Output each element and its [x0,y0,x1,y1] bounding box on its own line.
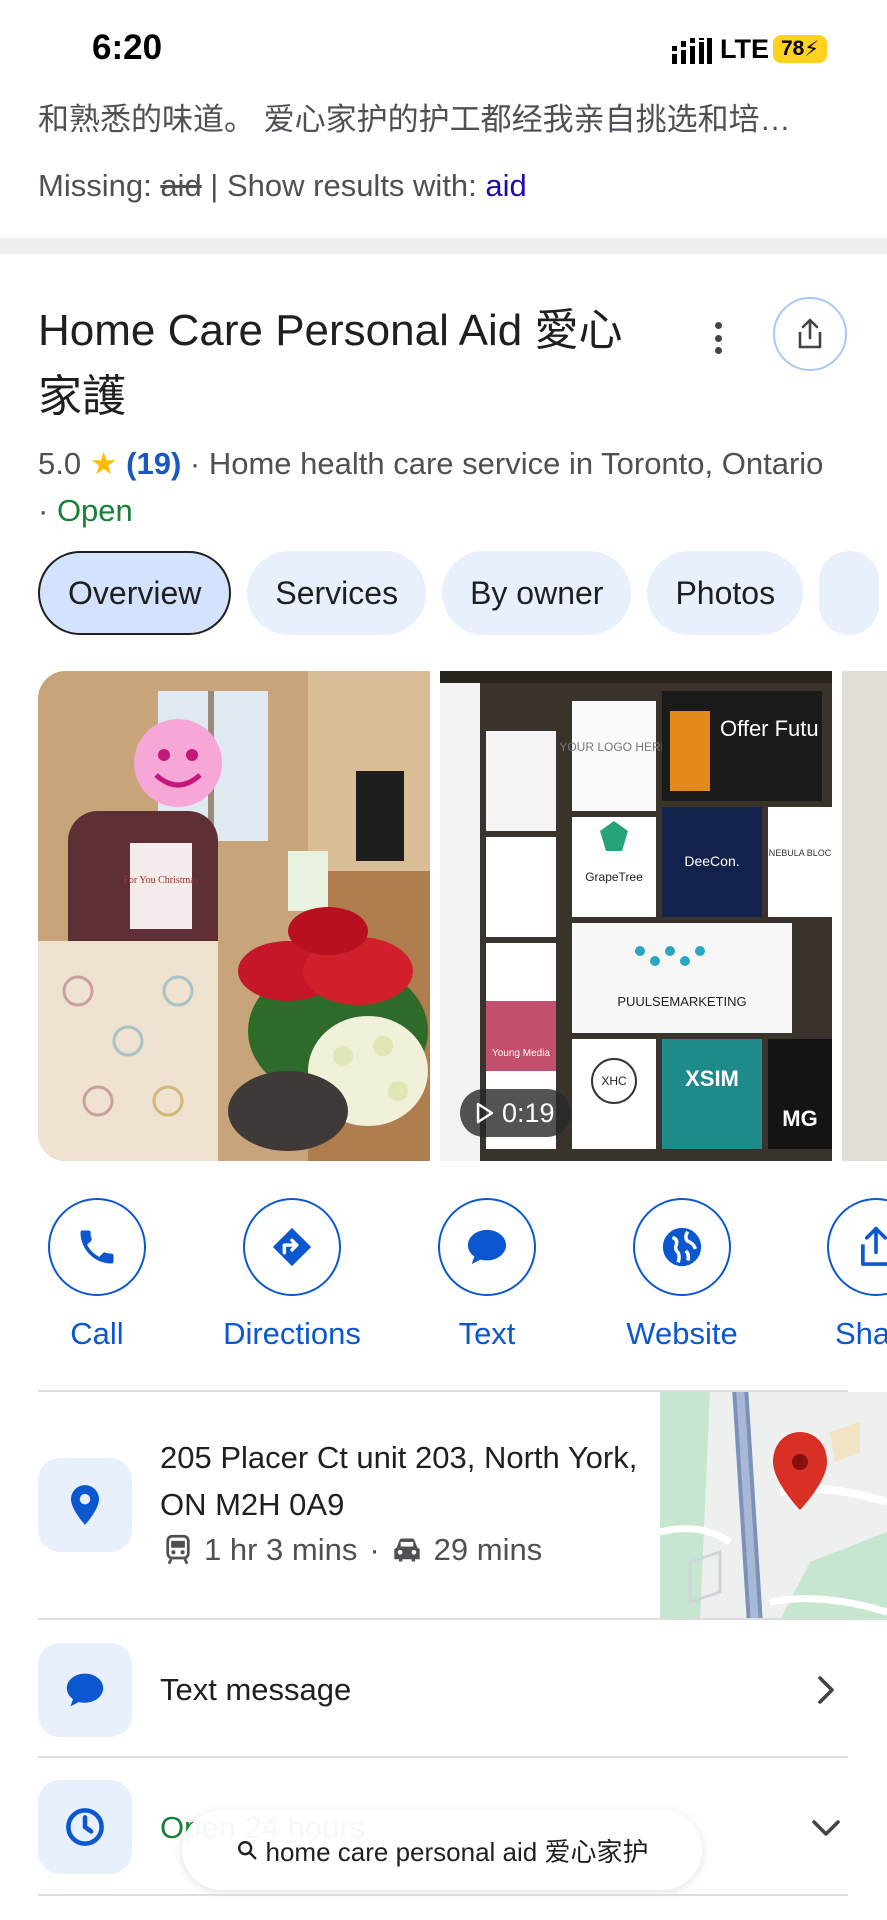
globe-icon [662,1227,702,1267]
logo-nebula: NEBULA BLOC [769,848,832,858]
logo-deecon: DeeCon. [684,853,739,869]
video-duration-badge: 0:19 [460,1089,571,1137]
tab-photos[interactable]: Photos [647,551,804,635]
share-icon [861,1226,887,1266]
website-label: Website [626,1316,738,1351]
address-icon-box [38,1458,132,1552]
travel-separator: · [369,1532,380,1567]
more-options-button[interactable] [700,316,736,360]
text-button[interactable]: Text [407,1198,567,1358]
battery-level: 78 [780,37,805,60]
directions-label: Directions [223,1316,361,1351]
chevron-right-icon[interactable] [808,1672,844,1708]
battery-indicator: 78 ⚡ [773,35,827,63]
map-thumbnail[interactable] [660,1392,887,1620]
location-pin-icon [71,1485,99,1525]
chat-icon [467,1229,507,1265]
transit-icon [166,1534,190,1565]
rating-value: 5.0 [38,446,82,481]
share-circle [827,1198,887,1296]
star-icon: ★ [89,446,118,481]
photo-carousel[interactable]: For You Christmas Young Media YOUR LOGO [38,671,887,1161]
drive-time: 29 mins [433,1532,543,1567]
dot-icon [714,322,722,329]
tab-overview[interactable]: Overview [38,551,232,635]
clock-icon [66,1808,104,1846]
dot-icon [714,334,722,342]
website-circle [633,1198,731,1296]
status-bar: 6:20 LTE 78 ⚡ [0,0,887,92]
logo-wall-scene: Young Media YOUR LOGO HERE GrapeTree PUU… [440,671,832,1161]
logo-mg: MG [782,1106,817,1131]
play-icon [476,1102,494,1124]
phone-icon [80,1230,114,1264]
missing-separator: | Show results with: [201,168,486,203]
text-message-icon-box [38,1643,132,1737]
share-icon [798,318,822,349]
photo-client-with-flowers[interactable]: For You Christmas [38,671,430,1161]
review-count-link[interactable]: (19) [126,446,181,481]
missing-prefix: Missing: [38,168,161,203]
chat-icon [66,1673,104,1707]
logo-xhc: XHC [601,1074,627,1088]
missing-term: aid [160,168,202,203]
open-status: Open [56,493,133,528]
logo-grapetree: GrapeTree [585,870,643,884]
show-results-link[interactable]: aid [485,168,526,203]
tab-services[interactable]: Services [247,551,427,635]
hours-icon-box [38,1780,132,1874]
transit-time: 1 hr 3 mins [204,1532,358,1567]
action-buttons: Call Directions Text Website Sha [0,1198,887,1358]
rating-line: 5.0 ★ (19) · Home health care service in… [38,440,838,534]
call-label: Call [70,1316,124,1351]
network-type: LTE [720,34,769,64]
result-snippet: 和熟悉的味道。 爱心家护的护工都经我亲自挑选和培… [38,102,791,137]
share-action-button[interactable]: Sha [797,1198,887,1358]
logo-puulsemarketing: PUULSEMARKETING [617,994,746,1009]
card-text: For You Christmas [123,875,198,886]
missing-terms: Missing: aid | Show results with: aid [38,168,527,204]
divider [38,1756,848,1758]
share-button[interactable] [773,297,847,371]
logo-xsim: XSIM [685,1066,739,1091]
logo-young-media: Young Media [492,1048,550,1059]
call-circle [48,1198,146,1296]
video-logo-wall[interactable]: Young Media YOUR LOGO HERE GrapeTree PUU… [440,671,832,1161]
travel-times: 1 hr 3 mins · 29 mins [164,1532,542,1568]
divider [38,1894,848,1896]
dot-icon [714,347,722,354]
status-time: 6:20 [92,28,163,67]
business-title: Home Care Personal Aid 愛心家護 [38,306,623,421]
text-message-row[interactable]: Text message [160,1672,351,1708]
video-duration: 0:19 [502,1097,555,1128]
directions-icon [272,1227,312,1267]
charging-bolt-icon: ⚡ [804,37,820,61]
car-icon [393,1538,420,1562]
text-circle [438,1198,536,1296]
website-button[interactable]: Website [602,1198,762,1358]
logo-offer-futu: Offer Futu [720,716,819,741]
directions-button[interactable]: Directions [212,1198,372,1358]
address-text[interactable]: 205 Placer Ct unit 203, North York, ON M… [160,1434,640,1528]
logo-your-logo-here: YOUR LOGO HERE [559,740,668,754]
text-label: Text [458,1316,516,1351]
photo-next[interactable] [842,671,887,1161]
chevron-down-icon[interactable] [808,1810,844,1846]
search-query: home care personal aid 爱心家护 [265,1836,649,1867]
cellular-signal-icon [672,38,712,64]
search-icon [237,1841,256,1860]
share-label: Sha [835,1316,887,1351]
directions-circle [243,1198,341,1296]
map-image [660,1392,887,1620]
tab-next[interactable] [819,551,880,635]
search-query-pill[interactable]: home care personal aid 爱心家护 [182,1810,702,1890]
photo-scene: For You Christmas [38,671,430,1161]
tab-bar: Overview Services By owner Photos [38,551,887,635]
section-divider [0,238,887,254]
tab-by-owner[interactable]: By owner [442,551,632,635]
divider [38,1618,848,1620]
call-button[interactable]: Call [17,1198,177,1358]
